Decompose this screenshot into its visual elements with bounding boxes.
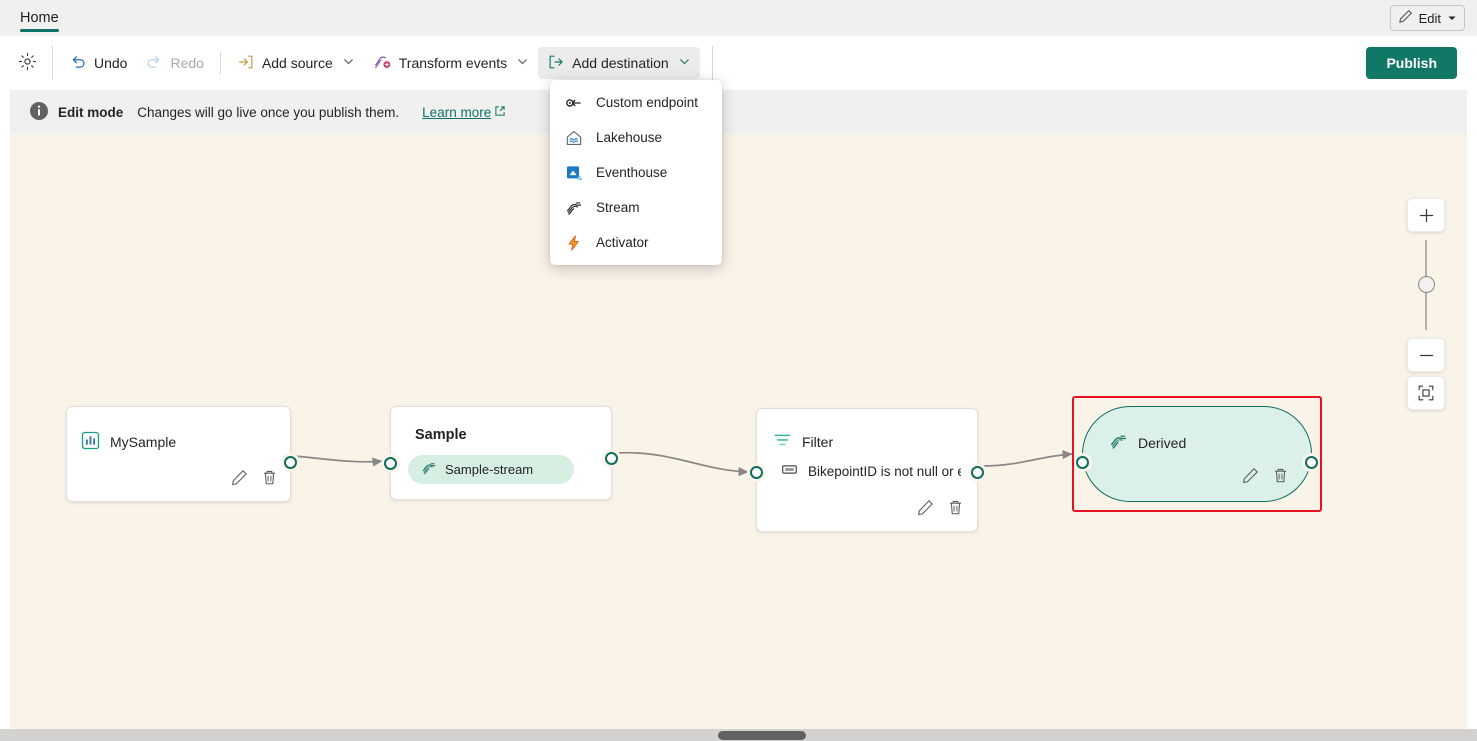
transform-events-icon — [373, 52, 392, 74]
node-filter-actions — [917, 499, 964, 521]
filter-icon — [773, 431, 792, 453]
zoom-slider[interactable] — [1407, 236, 1445, 334]
chevron-down-icon — [678, 55, 691, 71]
tab-home[interactable]: Home — [0, 0, 73, 36]
transform-events-button[interactable]: Transform events — [364, 47, 538, 79]
node-filter-header: Filter — [773, 431, 833, 453]
edit-icon[interactable] — [917, 499, 934, 521]
node-sample-stream-pill[interactable]: Sample-stream — [408, 455, 574, 484]
zoom-controls — [1407, 198, 1445, 410]
pencil-icon — [1398, 9, 1413, 27]
custom-endpoint-icon — [564, 94, 583, 112]
add-destination-menu: Custom endpoint Lakehouse Eventhouse Str… — [550, 80, 722, 265]
derived-node-highlight — [1072, 396, 1322, 512]
node-sample-output-port[interactable] — [605, 452, 618, 465]
tab-strip: Home Edit — [0, 0, 1477, 36]
node-filter[interactable]: Filter BikepointID is not null or e... — [756, 408, 978, 532]
node-filter-title: Filter — [802, 434, 833, 450]
edit-mode-banner: Edit mode Changes will go live once you … — [10, 90, 1467, 134]
menu-item-custom-endpoint[interactable]: Custom endpoint — [550, 85, 722, 120]
main-toolbar: Undo Redo Add source — [0, 36, 1477, 90]
stream-icon — [421, 460, 437, 479]
menu-item-stream-label: Stream — [596, 200, 640, 215]
delete-icon[interactable] — [947, 499, 964, 521]
transform-events-label: Transform events — [399, 55, 507, 71]
node-sample-pill-label: Sample-stream — [445, 462, 533, 477]
node-mysample[interactable]: MySample — [66, 406, 291, 502]
publish-button[interactable]: Publish — [1366, 47, 1457, 79]
delete-icon[interactable] — [261, 469, 278, 491]
menu-item-lakehouse[interactable]: Lakehouse — [550, 120, 722, 155]
gear-icon — [18, 52, 37, 74]
toolbar-separator-2 — [220, 52, 221, 74]
publish-label: Publish — [1386, 55, 1437, 71]
node-filter-condition: BikepointID is not null or e... — [781, 461, 961, 481]
chevron-down-icon — [342, 55, 355, 71]
edge-mysample-sample — [294, 456, 382, 462]
horizontal-scrollbar-thumb[interactable] — [718, 731, 806, 740]
add-source-icon — [237, 53, 255, 74]
edit-mode-button[interactable]: Edit — [1390, 5, 1465, 31]
menu-item-lakehouse-label: Lakehouse — [596, 130, 662, 145]
node-sample-input-port[interactable] — [384, 457, 397, 470]
sample-data-icon — [81, 431, 100, 453]
zoom-in-button[interactable] — [1407, 198, 1445, 232]
toolbar-separator-3 — [712, 46, 713, 80]
horizontal-scrollbar-track[interactable] — [0, 729, 1477, 741]
learn-more-label: Learn more — [422, 105, 491, 120]
node-filter-condition-label: BikepointID is not null or e... — [808, 464, 961, 479]
add-destination-label: Add destination — [572, 55, 669, 71]
node-sample-title: Sample — [415, 427, 467, 443]
add-destination-button[interactable]: Add destination — [538, 47, 700, 79]
edit-mode-message: Changes will go live once you publish th… — [137, 105, 399, 120]
lakehouse-icon — [564, 129, 583, 147]
menu-item-activator-label: Activator — [596, 235, 649, 250]
eventhouse-icon — [564, 164, 583, 182]
external-link-icon — [494, 105, 506, 120]
edit-button-label: Edit — [1419, 11, 1441, 26]
redo-label: Redo — [170, 55, 203, 71]
app-root: Home Edit Undo — [0, 0, 1477, 741]
edge-sample-filter — [616, 453, 748, 472]
activator-icon — [564, 234, 583, 252]
undo-button[interactable]: Undo — [60, 47, 136, 79]
node-mysample-title: MySample — [110, 434, 176, 450]
menu-item-stream[interactable]: Stream — [550, 190, 722, 225]
info-icon — [29, 101, 49, 124]
menu-item-eventhouse[interactable]: Eventhouse — [550, 155, 722, 190]
settings-button[interactable] — [10, 47, 45, 79]
zoom-slider-thumb[interactable] — [1418, 276, 1435, 293]
undo-icon — [69, 53, 87, 74]
menu-item-custom-endpoint-label: Custom endpoint — [596, 95, 698, 110]
node-mysample-header: MySample — [81, 431, 176, 453]
redo-button[interactable]: Redo — [136, 47, 212, 79]
edit-icon[interactable] — [231, 469, 248, 491]
toolbar-separator — [52, 46, 53, 80]
fit-to-screen-button[interactable] — [1407, 376, 1445, 410]
node-mysample-actions — [231, 469, 278, 491]
node-mysample-output-port[interactable] — [284, 456, 297, 469]
add-source-label: Add source — [262, 55, 333, 71]
zoom-out-button[interactable] — [1407, 338, 1445, 372]
chevron-down-icon — [1447, 11, 1457, 26]
node-filter-input-port[interactable] — [750, 466, 763, 479]
add-source-button[interactable]: Add source — [228, 47, 364, 79]
pipeline-canvas[interactable]: MySample Sample Sample-stream — [10, 134, 1467, 729]
node-filter-output-port[interactable] — [971, 466, 984, 479]
edit-mode-label: Edit mode — [58, 105, 123, 120]
node-sample[interactable]: Sample Sample-stream — [390, 406, 612, 500]
redo-icon — [145, 53, 163, 74]
node-sample-header: Sample — [415, 427, 467, 443]
undo-label: Undo — [94, 55, 127, 71]
edge-filter-derived — [982, 454, 1072, 466]
condition-icon — [781, 461, 798, 481]
learn-more-link[interactable]: Learn more — [422, 105, 506, 120]
menu-item-eventhouse-label: Eventhouse — [596, 165, 667, 180]
canvas-left-rail — [0, 134, 10, 729]
add-destination-icon — [547, 53, 565, 74]
menu-item-activator[interactable]: Activator — [550, 225, 722, 260]
stream-icon — [564, 199, 583, 217]
chevron-down-icon — [516, 55, 529, 71]
tab-home-label: Home — [20, 10, 59, 26]
